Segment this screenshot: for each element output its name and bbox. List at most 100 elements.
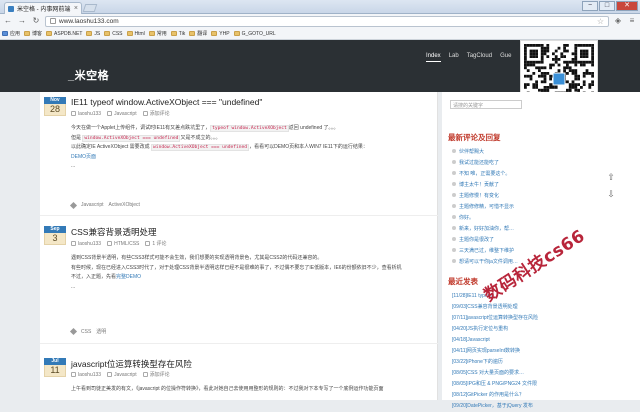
post: Jul 11 javascript位运算转换型存在风险 laoshu133 Ja…	[40, 354, 438, 400]
comment-item[interactable]: 三天满已过，维整下维护	[452, 246, 518, 257]
comment-item[interactable]: 我试过能还能吃了	[452, 158, 518, 169]
post-paragraph: 遇到CSS背景半透明，有些CSS3样式可能不会生效，我们想要的实现透明背景色，尤…	[71, 255, 323, 261]
reload-icon[interactable]: ↻	[31, 16, 41, 26]
tag-link[interactable]: 透明	[96, 328, 106, 335]
bookmark-item[interactable]: 常用	[148, 30, 167, 37]
close-window-button[interactable]: ✕	[616, 1, 638, 11]
tab-close-icon[interactable]: ×	[74, 5, 78, 12]
page-icon	[50, 18, 56, 24]
comment-item[interactable]: 主题修慢！有变化	[452, 191, 518, 202]
window-titlebar: 米空格 - 内事网前端... × − □ ✕	[0, 0, 640, 14]
post-comments[interactable]: 1 评论	[145, 240, 167, 247]
recent-post-item[interactable]: [07/11]javascript位运算转换型存在风险	[452, 313, 538, 324]
post-day: 28	[44, 104, 66, 116]
post-month: Nov	[44, 97, 66, 104]
bookmark-item[interactable]: G_GOTO_URL	[233, 31, 276, 37]
bookmark-item[interactable]: YHP	[211, 31, 230, 37]
post-body: 今天在做一个Applet上传组件，调试时IE11有又差点跌坑里了， typeof …	[71, 124, 431, 172]
post-author[interactable]: laoshu133	[71, 371, 101, 378]
comment-item[interactable]: 不知 唯，正需要这个。	[452, 169, 518, 180]
folder-icon	[211, 31, 218, 36]
bookmark-item[interactable]: CSS	[104, 31, 123, 37]
post-category[interactable]: Javascript	[107, 110, 137, 117]
apps-icon	[2, 31, 8, 36]
comment-item[interactable]: 你好。	[452, 213, 518, 224]
comment-item[interactable]: 新来，好好加油你，帮…	[452, 224, 518, 235]
window-controls: − □ ✕	[582, 1, 638, 11]
maximize-button[interactable]: □	[599, 1, 615, 11]
browser-tab[interactable]: 米空格 - 内事网前端... ×	[4, 2, 82, 14]
back-icon[interactable]: ←	[3, 16, 13, 26]
recent-post-item[interactable]: [08/05]IPG和压 & PNG/PNG24 文件限	[452, 379, 538, 390]
demo-link[interactable]: DEMO页面	[71, 154, 96, 160]
post-comments[interactable]: 添加评论	[142, 110, 170, 117]
scroll-up-icon[interactable]: ⇧	[606, 172, 616, 183]
address-bar[interactable]: www.laoshu133.com ☆	[45, 15, 609, 27]
site-logo[interactable]: _米空格	[68, 67, 109, 83]
comment-item[interactable]: 主题修修精，可惜不显示	[452, 202, 518, 213]
post-comments[interactable]: 添加评论	[142, 371, 170, 378]
nav-item[interactable]: Lab	[449, 53, 459, 62]
user-icon	[71, 110, 76, 116]
bookmark-item[interactable]: ASPDB.NET	[46, 31, 82, 37]
bookmarks-bar: 应用 博客 ASPDB.NET JS CSS Html 常用 Tik 翻译 YHP G_GOTO_U…	[0, 28, 640, 40]
post-tags: CSS 透明	[69, 327, 106, 336]
read-more[interactable]: ...	[71, 283, 431, 293]
folder-icon	[170, 31, 177, 36]
recent-post-item[interactable]: [03/22]iPhone下的遍历	[452, 357, 538, 368]
read-more[interactable]: ...	[71, 162, 431, 172]
nav-item[interactable]: Index	[426, 53, 441, 62]
post-paragraph: 今天在做一个Applet上传组件，调试时IE11有又差点跌坑里了， typeof …	[71, 125, 339, 132]
new-tab-button[interactable]	[82, 4, 98, 12]
menu-icon[interactable]: ≡	[627, 16, 637, 26]
folder-icon	[148, 31, 155, 36]
post-paragraph: 以此确定IE ActiveXObject 需要改成 window.ActiveX…	[71, 144, 368, 151]
nav-item[interactable]: TagCloud	[467, 53, 492, 62]
tag-link[interactable]: CSS	[81, 329, 91, 335]
scroll-arrows: ⇧ ⇩	[606, 172, 616, 200]
user-icon	[71, 240, 76, 246]
post-paragraph: 但是 window.ActiveXObject === undefined 又是不…	[71, 134, 221, 142]
recent-post-item[interactable]: [08/12]GitPicker 的作用是什么？	[452, 390, 538, 401]
nav-item[interactable]: Gue	[500, 53, 511, 62]
comment-item[interactable]: 伙伴帮赐大	[452, 147, 518, 158]
recent-post-item[interactable]: [04/20]JS执行定位与重构	[452, 324, 538, 335]
minimize-button[interactable]: −	[582, 1, 598, 11]
tag-link[interactable]: ActiveXObject	[109, 202, 140, 208]
post-title[interactable]: IE11 typeof window.ActiveXObject === "un…	[71, 97, 262, 107]
bookmark-item[interactable]: Tik	[170, 31, 185, 37]
extension-icon[interactable]: ◈	[613, 16, 623, 26]
comment-item[interactable]: 博主太牛！贡献了	[452, 180, 518, 191]
comment-item[interactable]: 主题你是很改了	[452, 235, 518, 246]
post-category[interactable]: Javascript	[107, 371, 137, 378]
post-paragraph: 不过，入正题，先看完整DEMO	[71, 274, 142, 280]
recent-post-item[interactable]: [08/05]CSS 对大量页面的要求…	[452, 368, 538, 379]
bookmark-item[interactable]: Html	[126, 31, 145, 37]
post-author[interactable]: laoshu133	[71, 110, 101, 117]
post-date: Sep 3	[44, 226, 66, 245]
comment-icon	[142, 111, 148, 116]
recent-post-item[interactable]: [04/11]网页实现parseInt数转换	[452, 346, 538, 357]
demo-link[interactable]: 完整DEMO	[116, 274, 141, 280]
post-day: 11	[44, 365, 66, 377]
recent-post-item[interactable]: [04/18]Javascript	[452, 335, 538, 346]
bookmark-item[interactable]: 应用	[2, 30, 20, 37]
bookmark-item[interactable]: 博客	[24, 30, 42, 37]
post-title[interactable]: javascript位运算转换型存在风险	[71, 358, 192, 370]
forward-icon[interactable]: →	[17, 16, 27, 26]
bookmark-star-icon[interactable]: ☆	[597, 17, 604, 26]
recent-list: [11/28]IE11 typeof [09/03]CSS兼容背景透明处理 [07/…	[452, 291, 538, 412]
scroll-down-icon[interactable]: ⇩	[606, 189, 616, 200]
folder-icon	[104, 31, 111, 36]
tag-link[interactable]: Javascript	[81, 202, 104, 208]
post-author[interactable]: laoshu133	[71, 240, 101, 247]
folder-icon	[24, 31, 31, 36]
post-category[interactable]: HTML/CSS	[107, 240, 139, 247]
post-month: Sep	[44, 226, 66, 233]
post-meta: laoshu133 HTML/CSS 1 评论	[71, 240, 167, 247]
bookmark-item[interactable]: JS	[86, 31, 100, 37]
bookmark-item[interactable]: 翻译	[189, 30, 207, 37]
recent-post-item[interactable]: [09/20]DatePicker，基于jQuery 发布	[452, 401, 538, 412]
search-input[interactable]: 请搜的关键字	[450, 100, 522, 109]
post-title[interactable]: CSS兼容背景透明处理	[71, 226, 156, 238]
